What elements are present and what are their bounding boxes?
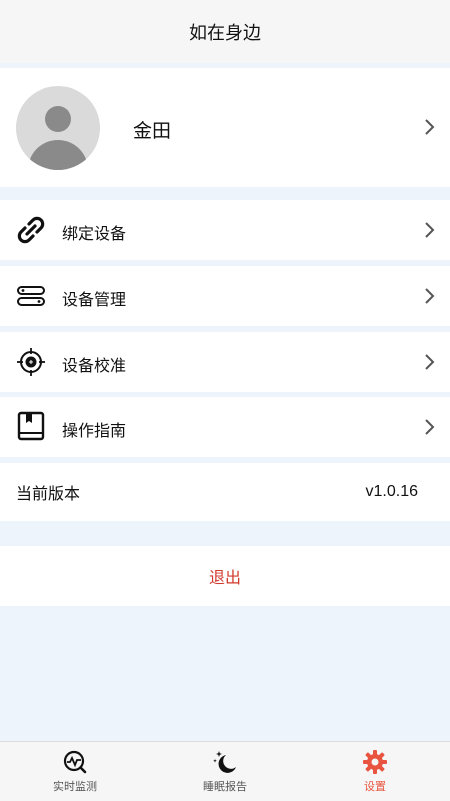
link-icon <box>17 216 45 244</box>
menu-item-bind-device[interactable]: 绑定设备 <box>0 200 450 260</box>
tab-label: 设置 <box>364 781 386 793</box>
tab-label: 睡眠报告 <box>203 781 247 793</box>
profile-name: 金田 <box>133 121 172 142</box>
menu-item-device-calibrate[interactable]: 设备校准 <box>0 332 450 392</box>
profile-card[interactable]: 金田 <box>0 68 450 187</box>
book-icon <box>17 411 45 441</box>
target-icon <box>17 348 45 376</box>
tab-sleep-report[interactable]: 睡眠报告 <box>150 742 300 801</box>
chevron-right-icon <box>425 119 435 135</box>
tab-label: 实时监测 <box>53 781 97 793</box>
gear-icon <box>363 750 387 774</box>
menu-item-label: 操作指南 <box>62 423 127 440</box>
menu-item-label: 绑定设备 <box>62 226 127 243</box>
tab-monitor[interactable]: 实时监测 <box>0 742 150 801</box>
page-title: 如在身边 <box>189 22 261 43</box>
device-manage-icon <box>17 286 45 306</box>
menu-item-label: 设备校准 <box>62 358 127 375</box>
tab-settings[interactable]: 设置 <box>300 742 450 801</box>
version-row: 当前版本 v1.0.16 <box>0 463 450 521</box>
chevron-right-icon <box>425 419 435 435</box>
app-header: 如在身边 <box>0 0 450 63</box>
menu-item-device-manage[interactable]: 设备管理 <box>0 266 450 326</box>
moon-stars-icon <box>213 751 236 773</box>
logout-label: 退出 <box>208 570 241 587</box>
monitor-icon <box>63 750 87 774</box>
chevron-right-icon <box>425 288 435 304</box>
menu-item-guide[interactable]: 操作指南 <box>0 397 450 457</box>
chevron-right-icon <box>425 354 435 370</box>
version-value: v1.0.16 <box>365 483 418 500</box>
logout-button[interactable]: 退出 <box>0 546 450 606</box>
menu-item-label: 设备管理 <box>62 292 127 309</box>
version-label: 当前版本 <box>16 486 81 503</box>
avatar <box>16 86 100 170</box>
chevron-right-icon <box>425 222 435 238</box>
tab-bar: 实时监测 睡眠报告 设置 <box>0 741 450 801</box>
